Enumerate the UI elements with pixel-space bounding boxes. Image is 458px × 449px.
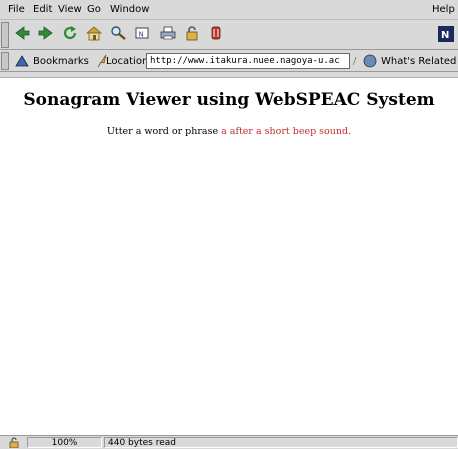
security-icon[interactable] xyxy=(184,25,200,41)
location-grip[interactable] xyxy=(1,52,9,70)
zoom-level: 100% xyxy=(27,437,102,448)
svg-text:N: N xyxy=(441,30,449,41)
whats-related-icon xyxy=(363,54,377,68)
location-bar: Bookmarks Location: http://www.itakura.n… xyxy=(0,50,458,72)
toolbar-grip[interactable] xyxy=(1,22,9,48)
svg-text:N: N xyxy=(139,31,144,39)
home-icon[interactable] xyxy=(86,25,102,41)
page-title: Sonagram Viewer using WebSPEAC System xyxy=(23,90,435,110)
menu-help[interactable]: Help xyxy=(432,4,455,15)
netscape-icon[interactable]: N xyxy=(134,25,150,41)
location-label: Location: xyxy=(106,56,152,67)
lock-icon[interactable] xyxy=(8,437,20,448)
menu-bar: File Edit View Go Window Help xyxy=(0,0,458,20)
url-input[interactable]: http://www.itakura.nuee.nagoya-u.ac xyxy=(146,53,350,69)
url-dropdown-icon[interactable]: / xyxy=(353,56,356,67)
status-message: 440 bytes read xyxy=(104,437,458,448)
bookmarks-icon[interactable] xyxy=(14,53,30,69)
menu-view[interactable]: View xyxy=(58,4,82,15)
throbber-logo: N xyxy=(438,26,454,42)
search-icon[interactable] xyxy=(110,25,126,41)
instruction-black-text: Utter a word or phrase xyxy=(106,126,222,137)
navigation-toolbar: N N xyxy=(0,20,458,50)
whats-related-button[interactable]: What's Related xyxy=(381,56,456,67)
menu-file[interactable]: File xyxy=(8,4,25,15)
bookmarks-button[interactable]: Bookmarks xyxy=(33,56,89,67)
print-icon[interactable] xyxy=(160,25,176,41)
instruction-red-text: a after a short beep sound. xyxy=(221,126,352,137)
page-content: Sonagram Viewer using WebSPEAC System Ut… xyxy=(0,78,458,435)
menu-go[interactable]: Go xyxy=(87,4,101,15)
stop-icon[interactable] xyxy=(208,25,224,41)
reload-icon[interactable] xyxy=(62,25,78,41)
menu-window[interactable]: Window xyxy=(110,4,149,15)
instruction-text: Utter a word or phrase a after a short b… xyxy=(0,126,458,137)
menu-edit[interactable]: Edit xyxy=(33,4,52,15)
forward-icon[interactable] xyxy=(38,25,54,41)
status-bar: 100% 440 bytes read xyxy=(0,435,458,449)
back-icon[interactable] xyxy=(14,25,30,41)
